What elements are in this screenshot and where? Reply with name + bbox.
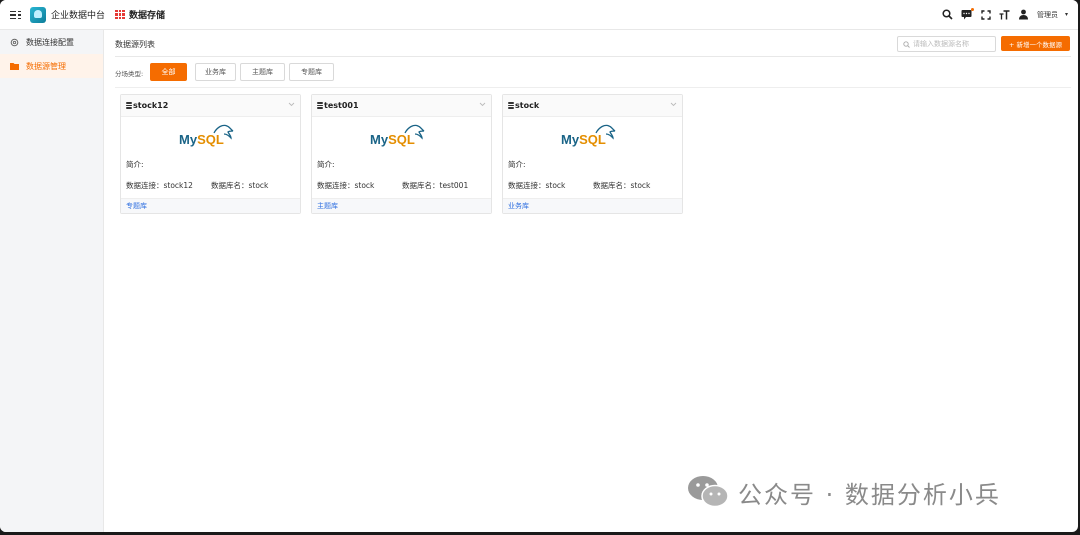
notification-dot xyxy=(970,7,974,11)
chevron-down-icon[interactable] xyxy=(670,102,677,107)
card-connection: 数据连接：stock xyxy=(317,181,375,190)
search-input[interactable] xyxy=(913,40,993,48)
card-header: test001 xyxy=(312,95,491,117)
card-header: stock12 xyxy=(121,95,300,117)
sidebar-item-label: 数据源管理 xyxy=(26,61,66,71)
sidebar: 数据连接配置 数据源管理 xyxy=(0,30,104,532)
watermark: 公众号 · 数据分析小兵 xyxy=(686,474,1001,510)
mysql-logo: MySQL xyxy=(179,124,234,147)
search-icon xyxy=(903,40,910,48)
card-tag[interactable]: 主题库 xyxy=(317,201,338,211)
chevron-down-icon[interactable] xyxy=(479,102,486,107)
search-box[interactable] xyxy=(897,36,996,52)
card-description: 简介: xyxy=(126,160,144,169)
card-name: stock xyxy=(515,101,540,110)
user-avatar-icon[interactable] xyxy=(1018,9,1030,21)
mysql-logo-text: MySQL xyxy=(179,132,224,147)
filter-subject-button[interactable]: 主题库 xyxy=(240,63,285,81)
card-tag[interactable]: 专题库 xyxy=(126,201,147,211)
menu-toggle-icon[interactable] xyxy=(10,10,22,20)
top-header: 企业数据中台 数据存储 管理员 ▾ xyxy=(0,0,1078,30)
database-icon xyxy=(317,102,323,109)
filter-label: 分场类型: xyxy=(115,70,144,78)
filter-topic-button[interactable]: 专题库 xyxy=(289,63,334,81)
divider xyxy=(115,56,1071,57)
main-content: 数据源列表 + 新增一个数据源 分场类型: 全部 业务库 主题库 专题库 sto… xyxy=(105,30,1078,532)
datasource-card[interactable]: stock MySQL 简介: 数据连接：stock 数据库名：stock 业务… xyxy=(502,94,683,214)
app-title: 企业数据中台 xyxy=(51,11,106,21)
database-icon xyxy=(508,102,514,109)
mysql-logo-text: MySQL xyxy=(370,132,415,147)
chevron-down-icon[interactable]: ▾ xyxy=(1065,11,1068,18)
card-name: stock12 xyxy=(133,101,169,110)
datasource-card[interactable]: test001 MySQL 简介: 数据连接：stock 数据库名：test00… xyxy=(311,94,492,214)
card-database-name: 数据库名：test001 xyxy=(402,181,469,190)
sidebar-item-datasource-manage[interactable]: 数据源管理 xyxy=(0,54,103,78)
apps-grid-icon[interactable] xyxy=(115,9,125,20)
wechat-icon xyxy=(688,476,729,508)
card-description: 简介: xyxy=(508,160,526,169)
database-icon xyxy=(126,102,132,109)
card-connection: 数据连接：stock xyxy=(508,181,566,190)
filter-business-button[interactable]: 业务库 xyxy=(195,63,236,81)
mysql-logo: MySQL xyxy=(561,124,616,147)
watermark-text: 公众号 · 数据分析小兵 xyxy=(738,480,1001,509)
fullscreen-icon[interactable] xyxy=(980,9,992,21)
card-database-name: 数据库名：stock xyxy=(211,181,269,190)
search-icon[interactable] xyxy=(942,9,954,21)
card-header: stock xyxy=(503,95,682,117)
card-tag[interactable]: 业务库 xyxy=(508,201,529,211)
message-icon[interactable] xyxy=(961,7,974,21)
datasource-card[interactable]: stock12 MySQL 简介: 数据连接：stock12 数据库名：stoc… xyxy=(120,94,301,214)
app-window: 企业数据中台 数据存储 管理员 ▾ 数据连接配置 数据源管理 数据源列表 请输入… xyxy=(0,0,1078,532)
page-title: 数据源列表 xyxy=(115,40,155,49)
card-description: 简介: xyxy=(317,160,335,169)
mysql-logo-text: MySQL xyxy=(561,132,606,147)
folder-icon xyxy=(10,62,19,71)
sidebar-item-connection-config[interactable]: 数据连接配置 xyxy=(0,30,103,54)
module-title[interactable]: 数据存储 xyxy=(129,8,165,21)
header-actions: 管理员 ▾ xyxy=(942,7,1068,21)
sidebar-item-label: 数据连接配置 xyxy=(26,37,74,47)
card-footer: 业务库 xyxy=(503,198,682,213)
add-datasource-button[interactable]: + 新增一个数据源 xyxy=(1001,36,1070,51)
divider xyxy=(115,87,1071,88)
card-database-name: 数据库名：stock xyxy=(593,181,651,190)
card-name: test001 xyxy=(324,101,359,110)
app-logo xyxy=(30,6,46,23)
mysql-logo: MySQL xyxy=(370,124,425,147)
card-footer: 主题库 xyxy=(312,198,491,213)
user-name[interactable]: 管理员 xyxy=(1037,10,1058,20)
card-footer: 专题库 xyxy=(121,198,300,213)
filter-all-button[interactable]: 全部 xyxy=(150,63,187,81)
chevron-down-icon[interactable] xyxy=(288,102,295,107)
settings-icon xyxy=(10,38,19,47)
card-connection: 数据连接：stock12 xyxy=(126,181,193,190)
font-size-icon[interactable] xyxy=(999,9,1011,21)
